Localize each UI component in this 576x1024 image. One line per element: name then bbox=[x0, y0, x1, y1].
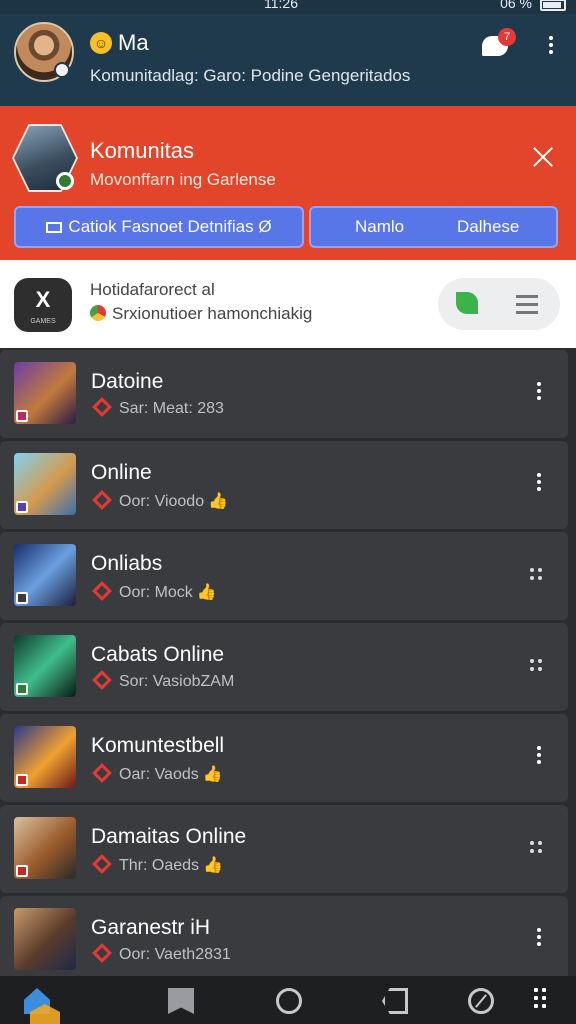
list-item[interactable]: Cabats Online Sor: VasiobZAM bbox=[0, 623, 568, 712]
battery-icon bbox=[540, 0, 566, 11]
notification-badge: 7 bbox=[498, 28, 516, 46]
close-icon[interactable] bbox=[530, 144, 556, 170]
notice-line-1: Hotidafarorect al bbox=[90, 280, 215, 299]
like-icon: 👍 bbox=[203, 857, 223, 874]
name-details-button[interactable]: Namlo Dalhese bbox=[309, 206, 558, 248]
status-time: 11:26 bbox=[264, 0, 298, 11]
game-thumbnail bbox=[14, 908, 76, 970]
leaf-icon[interactable] bbox=[456, 292, 478, 314]
create-post-button[interactable]: Catiok Fasnoet Detnifias Ø bbox=[14, 206, 304, 248]
game-thumbnail bbox=[14, 817, 76, 879]
browser-icon bbox=[90, 305, 106, 321]
game-meta: Sor: VasiobZAM bbox=[91, 670, 234, 691]
notice-bar[interactable]: X GAMES Hotidafarorect al Srxionutioer ha… bbox=[0, 260, 576, 348]
profile-subtitle: Komunitadlag: Garo: Podine Gengeritados bbox=[90, 66, 411, 85]
circle-icon[interactable] bbox=[276, 988, 302, 1014]
game-thumbnail bbox=[14, 726, 76, 788]
game-thumbnail bbox=[14, 635, 76, 697]
game-meta: Sar: Meat: 283 bbox=[91, 397, 228, 418]
status-bar: 11:26 06 % bbox=[0, 0, 576, 14]
bookmark-icon[interactable] bbox=[168, 988, 194, 1014]
game-title: Datoine bbox=[91, 370, 164, 393]
game-meta: Oor: Vaeth2831 bbox=[91, 943, 231, 964]
grid-icon[interactable] bbox=[534, 988, 550, 1014]
online-indicator bbox=[54, 62, 70, 78]
banner-subtitle: Movonffarn ing Garlense bbox=[90, 170, 276, 189]
like-icon: 👍 bbox=[202, 766, 223, 783]
ruby-icon bbox=[92, 943, 112, 963]
profile-name: Ma bbox=[118, 30, 149, 55]
compass-icon[interactable] bbox=[468, 988, 494, 1014]
game-thumbnail bbox=[14, 453, 76, 515]
view-toggle[interactable] bbox=[438, 278, 560, 330]
more-options-icon[interactable] bbox=[536, 928, 542, 949]
like-icon: 👍 bbox=[208, 493, 229, 510]
game-meta: Oor: Mock 👍 bbox=[91, 581, 217, 602]
list-item[interactable]: Komuntestbell Oar: Vaods 👍 bbox=[0, 714, 568, 803]
details-label: Dalhese bbox=[457, 217, 520, 236]
more-options-icon[interactable] bbox=[536, 746, 542, 767]
smiley-icon: ☺ bbox=[90, 32, 112, 54]
avatar[interactable] bbox=[14, 22, 74, 82]
menu-icon[interactable] bbox=[516, 295, 538, 319]
profile-header: ☺ Ma Komunitadlag: Garo: Podine Gengerit… bbox=[0, 14, 576, 106]
ruby-icon bbox=[92, 763, 112, 783]
chat-button[interactable]: 7 bbox=[480, 28, 516, 62]
list-item[interactable]: Onliabs Oor: Mock 👍 bbox=[0, 532, 568, 621]
grid-options-icon[interactable] bbox=[530, 659, 544, 673]
notice-line-2: Srxionutioer hamonchiakig bbox=[90, 304, 312, 324]
game-title: Komuntestbell bbox=[91, 734, 225, 757]
game-thumbnail bbox=[14, 362, 76, 424]
community-status-dot bbox=[56, 172, 74, 190]
list-item[interactable]: Online Oor: Vioodo 👍 bbox=[0, 441, 568, 530]
status-right: 06 % bbox=[500, 0, 566, 11]
game-meta: Oar: Vaods 👍 bbox=[91, 763, 223, 784]
create-post-label: Catiok Fasnoet Detnifias Ø bbox=[68, 217, 272, 236]
mail-icon bbox=[46, 222, 63, 233]
name-label: Namlo bbox=[355, 217, 405, 236]
banner-title: Komunitas bbox=[90, 138, 194, 163]
back-icon[interactable] bbox=[382, 988, 408, 1014]
game-list: Datoine Sar: Meat: 283 Online Oor: Viood… bbox=[0, 348, 576, 976]
game-title: Online bbox=[91, 461, 152, 484]
ruby-icon bbox=[92, 670, 112, 690]
game-title: Garanestr iH bbox=[91, 916, 211, 939]
ruby-icon bbox=[92, 581, 112, 601]
ruby-icon bbox=[92, 397, 112, 417]
more-options-icon[interactable] bbox=[536, 473, 542, 494]
like-icon: 👍 bbox=[196, 584, 217, 601]
app-logo: X GAMES bbox=[14, 278, 72, 332]
game-title: Onliabs bbox=[91, 552, 163, 575]
list-item[interactable]: Damaitas Online Thr: Oaeds 👍 bbox=[0, 805, 568, 894]
status-signal: 06 % bbox=[500, 0, 532, 11]
list-item[interactable]: Garanestr iH Oor: Vaeth2831 bbox=[0, 896, 568, 976]
grid-options-icon[interactable] bbox=[530, 568, 544, 582]
ruby-icon bbox=[92, 854, 112, 874]
more-options-icon[interactable] bbox=[536, 382, 542, 403]
game-thumbnail bbox=[14, 544, 76, 606]
app-root: 11:26 06 % ☺ Ma Komunitadlag: Garo: Podi… bbox=[0, 0, 576, 1024]
profile-name-row: ☺ Ma bbox=[90, 30, 149, 56]
bottom-navigation bbox=[0, 976, 576, 1024]
more-menu-icon[interactable] bbox=[548, 36, 554, 58]
game-title: Cabats Online bbox=[91, 643, 225, 666]
game-title: Damaitas Online bbox=[91, 825, 247, 848]
grid-options-icon[interactable] bbox=[530, 841, 544, 855]
community-banner: Komunitas Movonffarn ing Garlense Catiok… bbox=[0, 106, 576, 260]
list-item[interactable]: Datoine Sar: Meat: 283 bbox=[0, 350, 568, 439]
game-meta: Oor: Vioodo 👍 bbox=[91, 490, 229, 511]
game-meta: Thr: Oaeds 👍 bbox=[91, 854, 223, 875]
ruby-icon bbox=[92, 490, 112, 510]
